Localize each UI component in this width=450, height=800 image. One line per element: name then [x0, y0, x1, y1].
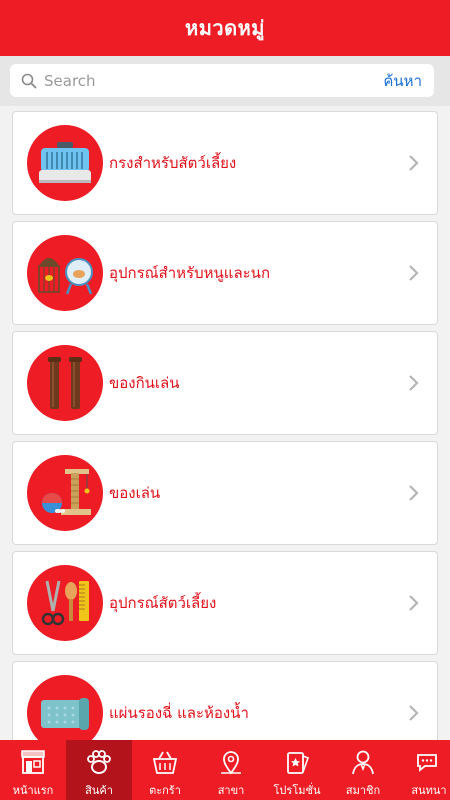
tab-label: โปรโมชั่น — [273, 784, 321, 797]
tab-label: หน้าแรก — [12, 784, 54, 797]
paw-icon — [82, 745, 116, 779]
tab-branches[interactable]: สาขา — [198, 740, 264, 800]
category-item[interactable]: อุปกรณ์สัตว์เลี้ยง — [12, 551, 438, 655]
birdcage-hamster-wheel-icon — [27, 235, 103, 311]
chevron-right-icon — [399, 704, 429, 722]
search-input[interactable] — [44, 65, 378, 96]
pet-carrier-icon — [27, 125, 103, 201]
category-item[interactable]: อุปกรณ์สำหรับหนูและนก — [12, 221, 438, 325]
basket-icon — [148, 745, 182, 779]
chevron-right-icon — [399, 374, 429, 392]
category-item[interactable]: กรงสำหรับสัตว์เลี้ยง — [12, 111, 438, 215]
chat-icon — [412, 745, 446, 779]
search-box: ค้นหา — [10, 64, 434, 97]
category-item[interactable]: ของเล่น — [12, 441, 438, 545]
map-pin-icon — [214, 745, 248, 779]
tab-label: สาขา — [217, 784, 245, 797]
chevron-right-icon — [399, 264, 429, 282]
search-bar: ค้นหา — [0, 56, 450, 106]
chevron-right-icon — [399, 594, 429, 612]
chevron-right-icon — [399, 154, 429, 172]
tab-chat[interactable]: สนทนา — [396, 740, 450, 800]
chew-sticks-icon — [27, 345, 103, 421]
category-item[interactable]: ของกินเล่น — [12, 331, 438, 435]
tab-products[interactable]: สินค้า — [66, 740, 132, 800]
tab-promotions[interactable]: โปรโมชั่น — [264, 740, 330, 800]
chevron-right-icon — [399, 484, 429, 502]
tab-home[interactable]: หน้าแรก — [0, 740, 66, 800]
category-label: อุปกรณ์สำหรับหนูและนก — [109, 264, 271, 282]
grooming-tools-icon — [27, 565, 103, 641]
member-icon — [346, 745, 380, 779]
promo-cards-icon — [280, 745, 314, 779]
category-label: แผ่นรองฉี่ และห้องน้ำ — [109, 704, 249, 722]
page-title: หมวดหมู่ — [185, 16, 265, 40]
tab-cart[interactable]: ตะกร้า — [132, 740, 198, 800]
search-icon — [14, 64, 44, 97]
storefront-icon — [16, 745, 50, 779]
cat-tree-ball-icon — [27, 455, 103, 531]
tab-label: ตะกร้า — [149, 784, 181, 797]
tab-members[interactable]: สมาชิก — [330, 740, 396, 800]
category-label: ของเล่น — [109, 484, 161, 502]
tab-label: สมาชิก — [345, 784, 381, 797]
category-label: กรงสำหรับสัตว์เลี้ยง — [109, 154, 237, 172]
tab-label: สินค้า — [85, 784, 113, 797]
app-header: หมวดหมู่ — [0, 0, 450, 56]
bottom-tab-bar: หน้าแรก สินค้า ตะกร้า สาขา โปรโมชั่น สมา… — [0, 740, 450, 800]
category-label: ของกินเล่น — [109, 374, 180, 392]
tab-label: สนทนา — [411, 784, 447, 797]
category-label: อุปกรณ์สัตว์เลี้ยง — [109, 594, 217, 612]
search-button[interactable]: ค้นหา — [377, 69, 434, 93]
